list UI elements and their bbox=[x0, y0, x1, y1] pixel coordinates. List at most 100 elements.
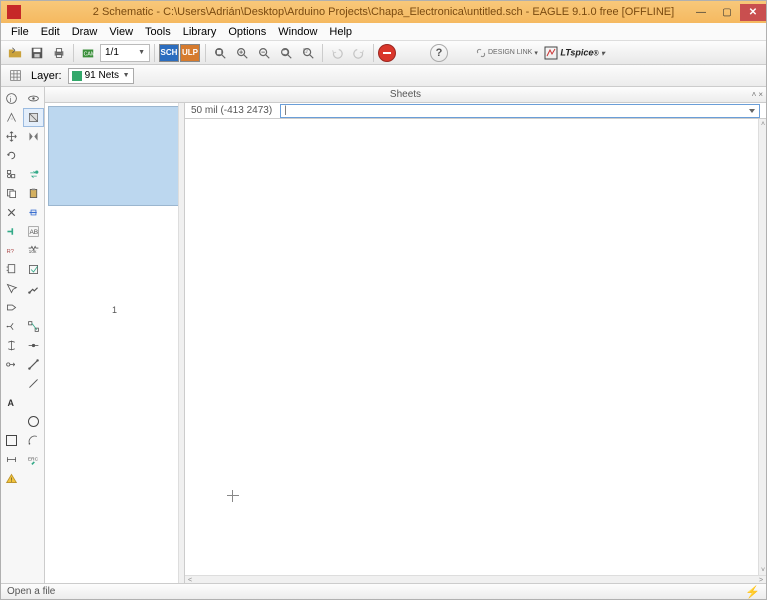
tag-tool[interactable] bbox=[1, 298, 23, 317]
value-tool[interactable]: AB bbox=[23, 222, 45, 241]
scroll-up-icon[interactable]: ˄ bbox=[759, 119, 766, 129]
minimize-button[interactable]: — bbox=[688, 4, 714, 21]
app-icon bbox=[7, 5, 21, 19]
separator bbox=[73, 44, 74, 62]
delete-tool[interactable] bbox=[1, 203, 23, 222]
smash-tool[interactable]: R? bbox=[1, 241, 23, 260]
menu-library[interactable]: Library bbox=[177, 24, 223, 40]
panel-collapse-icon[interactable]: ˄ bbox=[752, 90, 757, 99]
change-tool[interactable] bbox=[23, 165, 45, 184]
scroll-left-icon[interactable]: ˂ bbox=[185, 576, 195, 583]
menu-bar: File Edit Draw View Tools Library Option… bbox=[1, 23, 766, 41]
save-button[interactable] bbox=[27, 43, 47, 63]
vertical-scrollbar[interactable]: ˄ ˅ bbox=[758, 119, 766, 575]
errors-tool[interactable]: ! bbox=[1, 469, 23, 488]
help-button[interactable]: ? bbox=[430, 44, 448, 62]
sheet-number: 1 bbox=[45, 305, 184, 315]
rotate-tool[interactable] bbox=[1, 146, 23, 165]
zoom-in-button[interactable] bbox=[232, 43, 252, 63]
canvas-area: 50 mil (-413 2473) | ˄ ˅ ˂ ˃ bbox=[185, 103, 766, 583]
gateswap-tool[interactable] bbox=[1, 260, 23, 279]
blank5 bbox=[1, 412, 23, 431]
schematic-canvas[interactable] bbox=[185, 119, 766, 575]
zoom-fit-button[interactable] bbox=[210, 43, 230, 63]
menu-edit[interactable]: Edit bbox=[35, 24, 66, 40]
text-tool[interactable]: A bbox=[1, 393, 23, 412]
ltspice-button[interactable]: LTspice® ▾ bbox=[544, 46, 605, 60]
sheet-selector[interactable]: 1/1 ▼ bbox=[100, 44, 150, 62]
info-tool[interactable]: i bbox=[1, 89, 23, 108]
net-tool[interactable] bbox=[23, 317, 45, 336]
menu-window[interactable]: Window bbox=[272, 24, 323, 40]
open-button[interactable] bbox=[5, 43, 25, 63]
cam-button[interactable]: CAM bbox=[78, 43, 98, 63]
split-tool[interactable] bbox=[1, 317, 23, 336]
scroll-right-icon[interactable]: ˃ bbox=[756, 576, 766, 583]
add-tool[interactable] bbox=[23, 203, 45, 222]
circle-tool[interactable] bbox=[23, 412, 45, 431]
erc-tool[interactable]: ERC bbox=[23, 450, 45, 469]
tool-palette: i AB R? 10k A bbox=[1, 87, 45, 583]
show-tool[interactable] bbox=[23, 89, 45, 108]
separator bbox=[322, 44, 323, 62]
coordinate-bar: 50 mil (-413 2473) | bbox=[185, 103, 766, 119]
close-button[interactable]: ✕ bbox=[740, 4, 766, 21]
display-tool[interactable] bbox=[1, 108, 23, 127]
panel-controls: ˄ × bbox=[752, 90, 763, 99]
layer-selector[interactable]: 91 Nets ▼ bbox=[68, 68, 134, 84]
replace-tool[interactable] bbox=[23, 260, 45, 279]
menu-file[interactable]: File bbox=[5, 24, 35, 40]
undo-button[interactable] bbox=[327, 43, 347, 63]
move-tool[interactable] bbox=[1, 127, 23, 146]
blank4 bbox=[23, 393, 45, 412]
zoom-out-button[interactable] bbox=[254, 43, 274, 63]
junction-tool[interactable] bbox=[23, 336, 45, 355]
design-link-button[interactable]: DESIGN LINK ▾ bbox=[472, 48, 542, 58]
layer-toolbar: Layer: 91 Nets ▼ bbox=[1, 65, 766, 87]
status-text: Open a file bbox=[7, 586, 55, 597]
schematic-mode-button[interactable]: SCH bbox=[159, 44, 179, 62]
power-icon: ⚡ bbox=[745, 585, 760, 599]
mirror-tool[interactable] bbox=[23, 127, 45, 146]
menu-view[interactable]: View bbox=[103, 24, 139, 40]
command-input[interactable]: | bbox=[280, 104, 760, 118]
mark-tool[interactable] bbox=[23, 108, 45, 127]
zoom-select-button[interactable] bbox=[298, 43, 318, 63]
copy-tool[interactable] bbox=[1, 184, 23, 203]
main-toolbar: CAM 1/1 ▼ SCH ULP ? DESIGN LINK ▾ LTspic… bbox=[1, 41, 766, 65]
print-button[interactable] bbox=[49, 43, 69, 63]
miter-tool[interactable] bbox=[23, 355, 45, 374]
line-tool[interactable] bbox=[23, 374, 45, 393]
rect-tool[interactable] bbox=[1, 431, 23, 450]
invoke-tool[interactable] bbox=[1, 279, 23, 298]
paste-tool[interactable] bbox=[23, 184, 45, 203]
redo-button[interactable] bbox=[349, 43, 369, 63]
main-area: i AB R? 10k A bbox=[1, 87, 766, 583]
layer-value: 91 Nets bbox=[85, 70, 123, 81]
maximize-button[interactable]: ▢ bbox=[714, 4, 740, 21]
menu-help[interactable]: Help bbox=[323, 24, 358, 40]
sheet-thumbnail[interactable] bbox=[48, 106, 181, 206]
menu-options[interactable]: Options bbox=[222, 24, 272, 40]
stop-button[interactable] bbox=[378, 44, 396, 62]
wire-tool[interactable] bbox=[23, 279, 45, 298]
dimension-tool[interactable] bbox=[1, 450, 23, 469]
zoom-redraw-button[interactable] bbox=[276, 43, 296, 63]
panel-close-icon[interactable]: × bbox=[758, 90, 763, 99]
menu-tools[interactable]: Tools bbox=[139, 24, 177, 40]
dropdown-arrow-icon: ▼ bbox=[123, 72, 130, 79]
bus-tool[interactable] bbox=[1, 336, 23, 355]
menu-draw[interactable]: Draw bbox=[66, 24, 104, 40]
horizontal-scrollbar[interactable]: ˂ ˃ bbox=[185, 575, 766, 583]
board-mode-button[interactable]: ULP bbox=[180, 44, 200, 62]
name-tool[interactable] bbox=[1, 222, 23, 241]
label-tool[interactable] bbox=[1, 355, 23, 374]
grid-button[interactable] bbox=[5, 66, 25, 86]
arc-tool[interactable] bbox=[23, 431, 45, 450]
group-tool[interactable] bbox=[1, 165, 23, 184]
sheets-panel-header: Sheets ˄ × bbox=[45, 87, 766, 103]
scroll-down-icon[interactable]: ˅ bbox=[759, 565, 766, 575]
svg-text:CAM: CAM bbox=[84, 51, 95, 57]
pinswap-tool[interactable]: 10k bbox=[23, 241, 45, 260]
sheets-scrollbar[interactable] bbox=[178, 103, 184, 583]
